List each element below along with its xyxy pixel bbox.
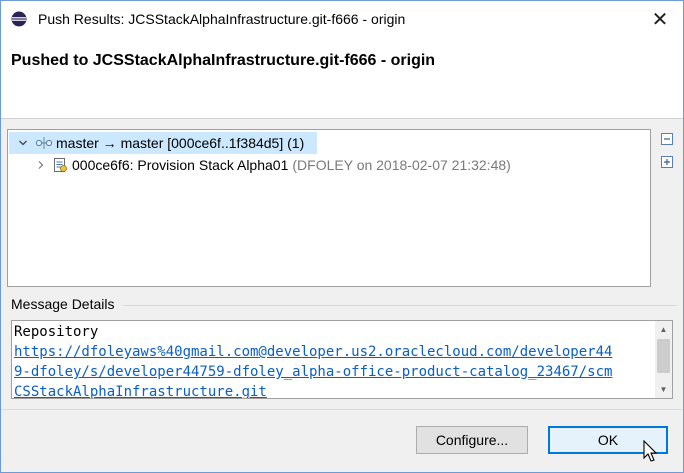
close-icon: ✕ (651, 8, 669, 31)
repository-link[interactable]: https://dfoleyaws%40gmail.com@developer.… (14, 344, 612, 360)
ref-update-label: master → master [000ce6f..1f384d5] (1) (56, 135, 305, 151)
scrollbar-thumb[interactable] (657, 339, 670, 373)
chevron-right-icon[interactable] (34, 158, 48, 172)
window-title: Push Results: JCSStackAlphaInfrastructur… (38, 11, 406, 27)
message-details-label: Message Details (11, 296, 115, 312)
vertical-scrollbar[interactable]: ▲ ▼ (655, 321, 672, 398)
repository-label: Repository (14, 324, 99, 340)
close-button[interactable]: ✕ (637, 1, 683, 37)
repository-link[interactable]: 9-dfoley/s/developer44759-dfoley_alpha-o… (14, 364, 612, 380)
eclipse-icon (11, 11, 27, 27)
footer-divider (1, 409, 683, 410)
configure-button[interactable]: Configure... (416, 426, 528, 454)
branch-ref-icon (35, 134, 53, 152)
push-results-dialog: Push Results: JCSStackAlphaInfrastructur… (0, 0, 684, 473)
title-bar: Push Results: JCSStackAlphaInfrastructur… (1, 1, 683, 37)
collapse-all-icon[interactable] (661, 133, 673, 145)
message-details-text[interactable]: Repository https://dfoleyaws%40gmail.com… (11, 320, 673, 399)
scroll-down-icon[interactable]: ▼ (655, 381, 672, 398)
commit-label: 000ce6f6: Provision Stack Alpha01 (72, 157, 289, 173)
push-results-tree[interactable]: master → master [000ce6f..1f384d5] (1) 0… (7, 129, 651, 287)
chevron-down-icon[interactable] (16, 136, 30, 150)
section-divider (123, 305, 677, 306)
repository-link[interactable]: CSStackAlphaInfrastructure.git (14, 384, 267, 398)
header-banner: Pushed to JCSStackAlphaInfrastructure.gi… (1, 37, 683, 119)
expand-all-icon[interactable] (661, 156, 673, 168)
tree-row-commit[interactable]: 000ce6f6: Provision Stack Alpha01 (DFOLE… (9, 154, 511, 176)
mouse-cursor-icon (643, 440, 658, 462)
tree-row-ref-update[interactable]: master → master [000ce6f..1f384d5] (1) (9, 132, 317, 154)
page-title: Pushed to JCSStackAlphaInfrastructure.gi… (11, 52, 436, 69)
message-content: Repository https://dfoleyaws%40gmail.com… (14, 322, 652, 398)
commit-icon (51, 156, 69, 174)
commit-meta: (DFOLEY on 2018-02-07 21:32:48) (292, 157, 511, 173)
scroll-up-icon[interactable]: ▲ (655, 321, 672, 338)
